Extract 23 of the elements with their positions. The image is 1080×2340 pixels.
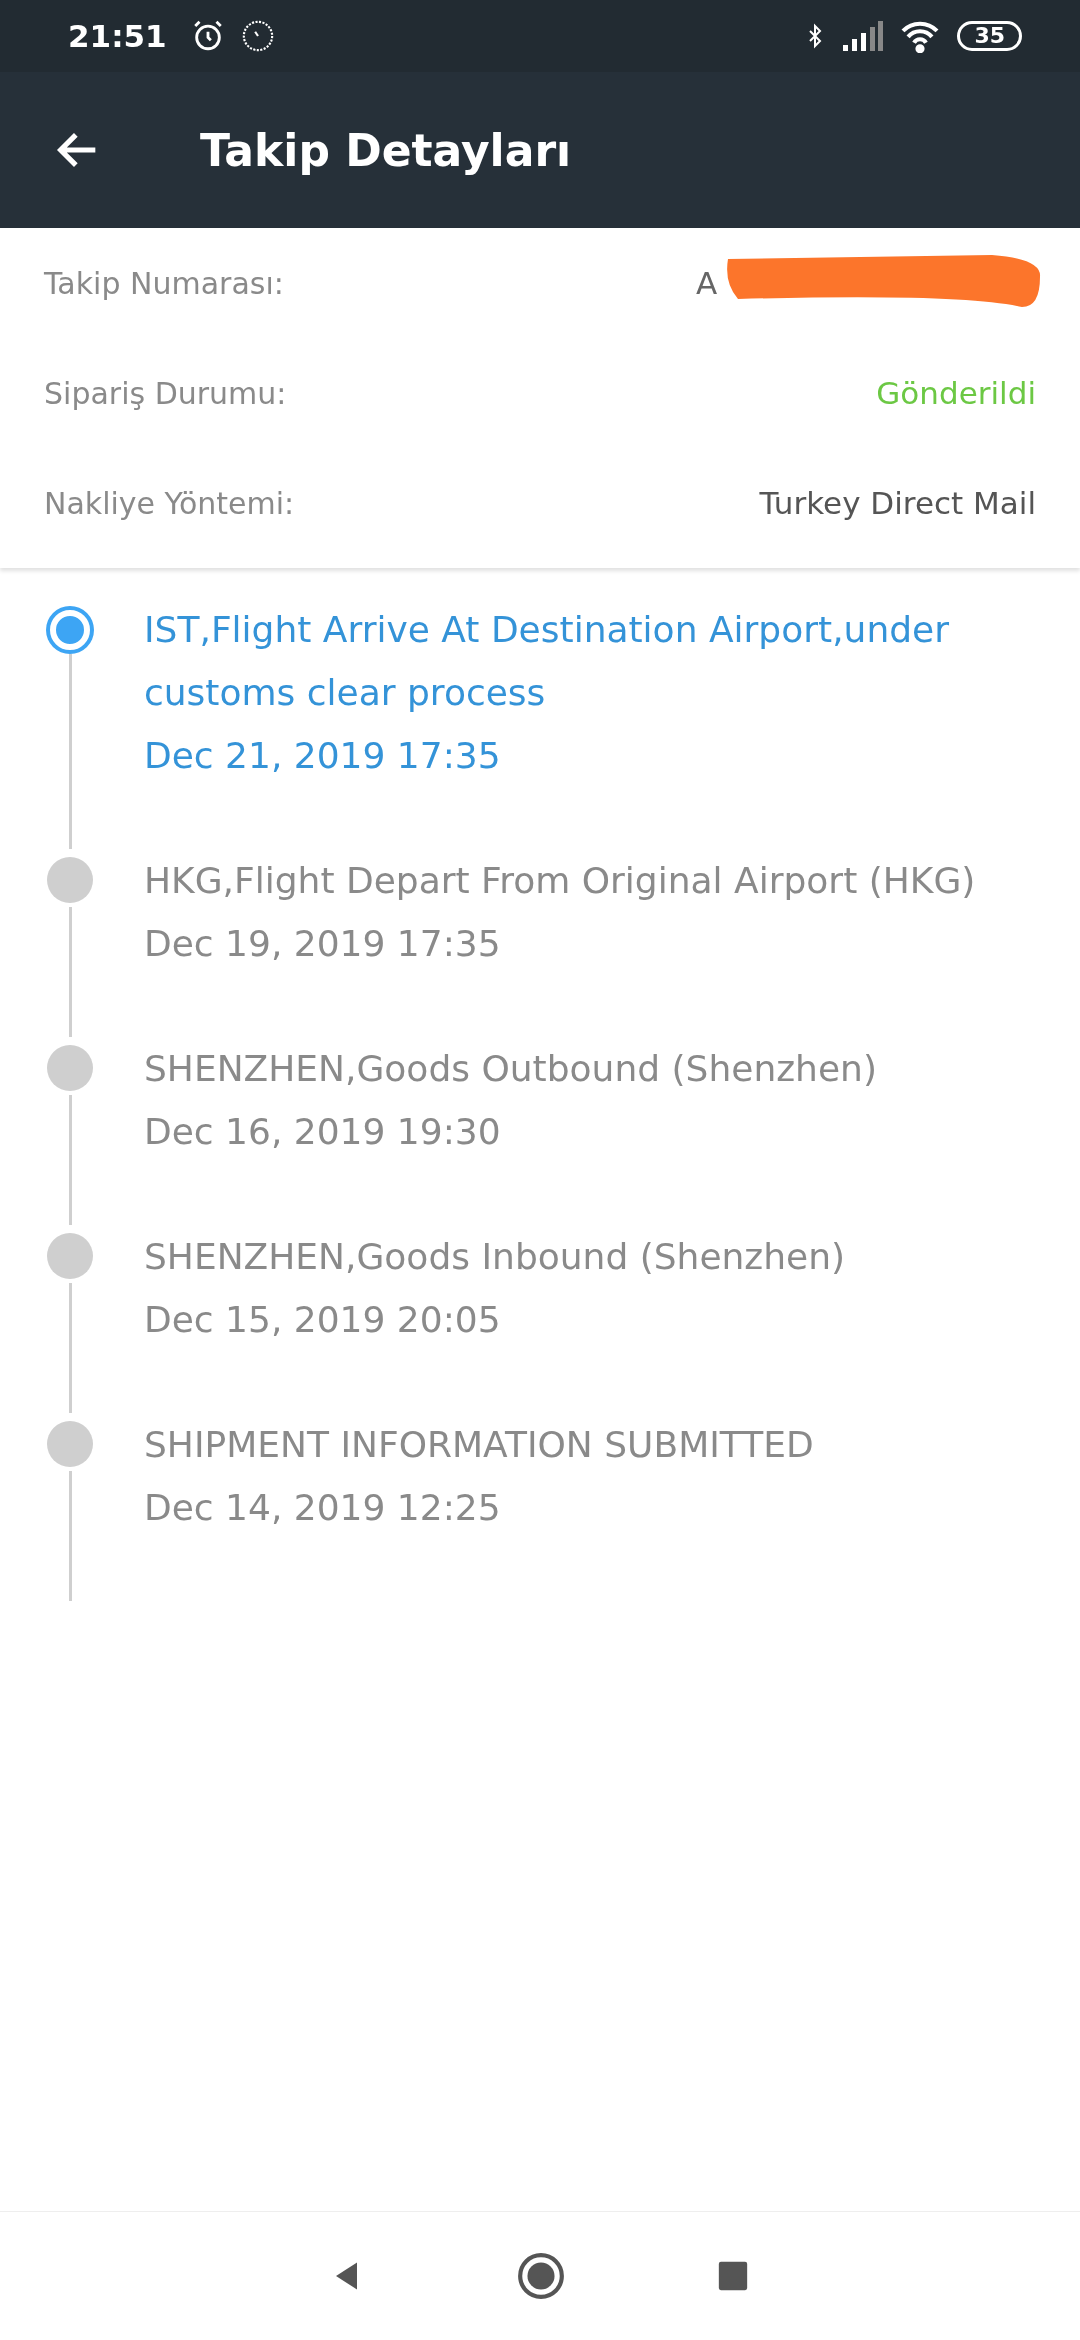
event-description: SHENZHEN,Goods Inbound (Shenzhen) — [144, 1235, 847, 1279]
event-date: Dec 14, 2019 12:25 — [144, 1486, 502, 1530]
event-description: IST,Flight Arrive At Destination Airport,under customs clear process — [144, 608, 950, 715]
event-description: HKG,Flight Depart From Original Airport (HKG) — [144, 859, 977, 903]
dial-icon — [240, 19, 275, 53]
screen-title: Takip Detayları — [200, 124, 572, 176]
recents-nav-button[interactable] — [716, 2259, 750, 2293]
battery-level: 35 — [957, 21, 1022, 51]
event-description: SHIPMENT INFORMATION SUBMITTED — [144, 1423, 815, 1467]
status-time: 21:51 — [68, 18, 167, 54]
event-description: SHENZHEN,Goods Outbound (Shenzhen) — [144, 1047, 878, 1091]
detail-label: Nakliye Yöntemi: — [44, 485, 295, 521]
detail-value: A — [696, 265, 718, 301]
detail-value: Gönderildi — [876, 375, 1036, 411]
event-date: Dec 19, 2019 17:35 — [144, 922, 502, 966]
event-date: Dec 15, 2019 20:05 — [144, 1298, 502, 1342]
detail-label: Takip Numarası: — [44, 265, 284, 301]
event-date: Dec 21, 2019 17:35 — [144, 734, 502, 778]
detail-label: Sipariş Durumu: — [44, 375, 287, 411]
event-date: Dec 16, 2019 19:30 — [144, 1110, 502, 1154]
detail-value: Turkey Direct Mail — [759, 485, 1036, 521]
home-nav-button[interactable] — [516, 2251, 566, 2301]
signal-icon — [843, 21, 884, 51]
